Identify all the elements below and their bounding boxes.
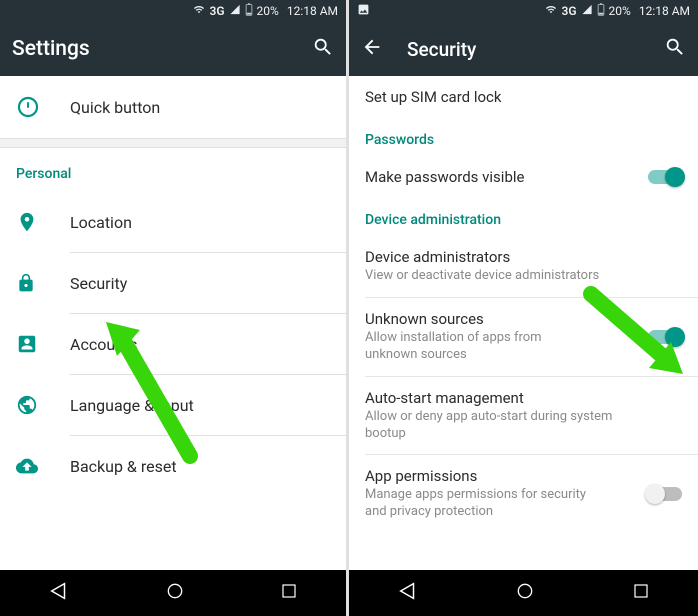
signal-icon: [229, 4, 241, 18]
app-bar: Security: [349, 22, 698, 76]
nav-back-icon[interactable]: [48, 580, 70, 606]
phone-security-screen: 3G 20% 12:18 AM Security Set up SIM card…: [349, 0, 698, 616]
app-permissions-title: App permissions: [365, 467, 638, 485]
battery-pct: 20%: [257, 4, 279, 18]
nav-bar: [349, 570, 698, 616]
row-accounts[interactable]: Accounts: [0, 314, 346, 374]
item-unknown-sources[interactable]: Unknown sources Allow installation of ap…: [349, 298, 698, 376]
auto-start-sub: Allow or deny app auto-start during syst…: [365, 409, 682, 443]
lock-icon: [16, 273, 70, 293]
battery-icon: [597, 3, 605, 19]
passwords-header: Passwords: [349, 118, 698, 156]
language-icon: [16, 394, 70, 416]
phone-settings-screen: 3G 20% 12:18 AM Settings Quick button Pe…: [0, 0, 349, 616]
accounts-icon: [16, 333, 70, 355]
wifi-icon: [192, 4, 206, 18]
wifi-icon: [544, 4, 558, 18]
device-admin-header: Device administration: [349, 198, 698, 236]
security-label: Security: [70, 274, 127, 293]
nav-recent-icon[interactable]: [632, 582, 650, 604]
nav-home-icon[interactable]: [165, 581, 185, 605]
row-backup[interactable]: Backup & reset: [0, 436, 346, 496]
picture-icon: [357, 3, 370, 19]
network-label: 3G: [210, 4, 225, 18]
auto-start-title: Auto-start management: [365, 389, 682, 407]
backup-label: Backup & reset: [70, 457, 177, 476]
sim-lock-title: Set up SIM card lock: [365, 88, 682, 106]
page-title: Settings: [12, 37, 312, 61]
quick-button-label: Quick button: [70, 98, 160, 117]
item-sim-lock[interactable]: Set up SIM card lock: [349, 76, 698, 118]
row-language[interactable]: Language & input: [0, 375, 346, 435]
backup-icon: [16, 455, 70, 477]
unknown-sources-title: Unknown sources: [365, 310, 638, 328]
app-bar: Settings: [0, 22, 346, 76]
passwords-visible-title: Make passwords visible: [365, 168, 638, 186]
clock-time: 12:18 AM: [287, 4, 338, 18]
row-location[interactable]: Location: [0, 192, 346, 252]
item-app-permissions[interactable]: App permissions Manage apps permissions …: [349, 455, 698, 533]
location-label: Location: [70, 213, 132, 232]
unknown-sources-toggle[interactable]: [648, 330, 682, 344]
device-administrators-title: Device administrators: [365, 248, 682, 266]
security-content[interactable]: Set up SIM card lock Passwords Make pass…: [349, 76, 698, 570]
row-quick-button[interactable]: Quick button: [0, 76, 346, 138]
nav-back-icon[interactable]: [397, 580, 419, 606]
status-bar: 3G 20% 12:18 AM: [349, 0, 698, 22]
location-icon: [16, 211, 70, 233]
passwords-toggle[interactable]: [648, 170, 682, 184]
device-administrators-sub: View or deactivate device administrators: [365, 268, 682, 285]
clock-time: 12:18 AM: [639, 4, 690, 18]
search-icon[interactable]: [312, 36, 334, 62]
item-passwords-visible[interactable]: Make passwords visible: [349, 156, 698, 198]
status-bar: 3G 20% 12:18 AM: [0, 0, 346, 22]
item-device-administrators[interactable]: Device administrators View or deactivate…: [349, 236, 698, 297]
nav-home-icon[interactable]: [515, 581, 535, 605]
item-auto-start[interactable]: Auto-start management Allow or deny app …: [349, 377, 698, 455]
battery-pct: 20%: [609, 4, 631, 18]
personal-header: Personal: [0, 148, 346, 192]
accounts-label: Accounts: [70, 335, 137, 354]
network-label: 3G: [562, 4, 577, 18]
signal-icon: [581, 4, 593, 18]
quick-button-icon: [16, 95, 70, 119]
nav-recent-icon[interactable]: [280, 582, 298, 604]
page-title: Security: [407, 38, 664, 61]
section-divider: [0, 138, 346, 148]
app-permissions-sub: Manage apps permissions for security and…: [365, 487, 638, 521]
app-permissions-toggle[interactable]: [648, 487, 682, 501]
settings-content: Quick button Personal Location Security …: [0, 76, 346, 570]
nav-bar: [0, 570, 346, 616]
language-label: Language & input: [70, 396, 194, 415]
back-arrow-icon[interactable]: [361, 36, 383, 62]
battery-icon: [245, 3, 253, 19]
search-icon[interactable]: [664, 36, 686, 62]
row-security[interactable]: Security: [0, 253, 346, 313]
unknown-sources-sub: Allow installation of apps from unknown …: [365, 330, 638, 364]
